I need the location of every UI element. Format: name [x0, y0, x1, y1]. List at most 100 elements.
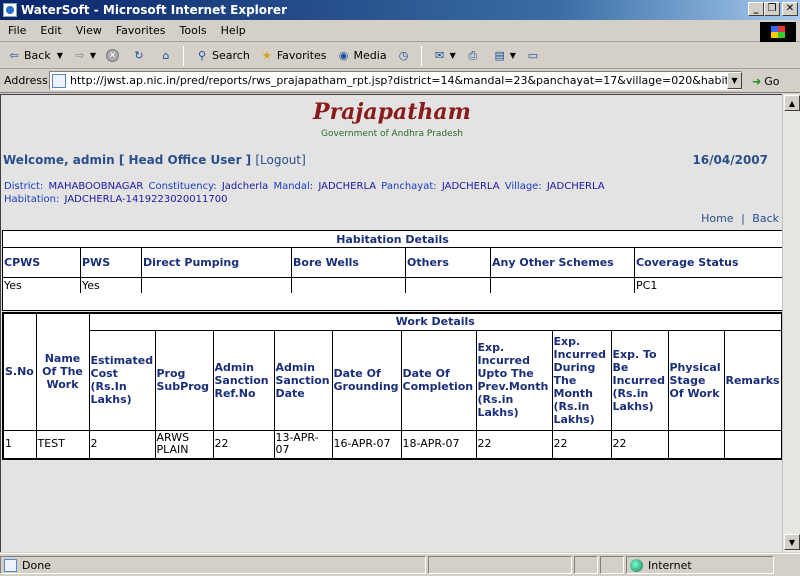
logout-link[interactable]: [Logout]	[255, 153, 305, 167]
stop-button[interactable]: ✕	[103, 47, 125, 64]
col-header: Direct Pumping	[141, 247, 292, 278]
browser-window: WaterSoft - Microsoft Internet Explorer …	[0, 0, 800, 576]
search-label: Search	[212, 49, 250, 62]
habitation-label: Habitation:	[4, 194, 60, 205]
go-button[interactable]: ➜ Go	[752, 72, 779, 90]
col-header: Others	[405, 247, 491, 278]
menu-view[interactable]: View	[70, 24, 108, 37]
constituency-value: Jadcherla	[221, 181, 269, 192]
menu-file[interactable]: File	[2, 24, 32, 37]
menu-edit[interactable]: Edit	[34, 24, 67, 37]
vertical-scrollbar[interactable]: ▲ ▼	[782, 94, 800, 552]
title-bar: WaterSoft - Microsoft Internet Explorer …	[0, 0, 800, 20]
edit-button[interactable]: ▤ ▼	[490, 47, 519, 65]
back-link[interactable]: Back	[752, 212, 779, 225]
edit-page-icon: ▤	[494, 49, 505, 62]
menu-tools[interactable]: Tools	[174, 24, 213, 37]
col-header: S.No	[2, 312, 37, 431]
col-header: Exp. Incurred During The Month (Rs.in La…	[551, 329, 612, 431]
status-zone-pane: Internet	[626, 556, 774, 574]
work-table-title: Work Details	[88, 312, 782, 331]
panchayat-value: JADCHERLA	[441, 181, 500, 192]
stop-icon: ✕	[106, 49, 120, 62]
links-separator: |	[741, 212, 745, 225]
discuss-button[interactable]: ▭	[523, 47, 546, 65]
print-button[interactable]: ⎙	[463, 47, 486, 65]
minimize-button[interactable]: _	[748, 2, 764, 16]
history-button[interactable]: ◷	[394, 47, 417, 65]
search-icon: ⚲	[198, 49, 207, 62]
mandal-value: JADCHERLA	[318, 181, 377, 192]
back-button[interactable]: ⇦ Back ▼	[4, 47, 66, 65]
table-cell: Yes	[2, 277, 81, 294]
edit-dropdown-icon[interactable]: ▼	[510, 51, 516, 60]
district-value: MAHABOOBNAGAR	[48, 181, 144, 192]
favorites-label: Favorites	[276, 49, 327, 62]
back-dropdown-icon[interactable]: ▼	[57, 51, 63, 60]
col-header: Estimated Cost (Rs.In Lakhs)	[88, 329, 156, 431]
col-header: PWS	[80, 247, 142, 278]
menu-bar: File Edit View Favorites Tools Help	[0, 20, 800, 42]
table-spacer	[2, 293, 782, 311]
table-cell: TEST	[35, 429, 90, 460]
habitation-value: JADCHERLA-1419223020011700	[64, 194, 228, 205]
status-text-pane: Done	[0, 556, 426, 574]
table-cell: 22	[475, 429, 553, 460]
table-cell: 22	[551, 429, 612, 460]
go-label: Go	[764, 74, 780, 88]
col-header: Prog SubProg	[154, 329, 214, 431]
media-button[interactable]: ◉ Media	[334, 47, 390, 65]
habitation-table-title: Habitation Details	[2, 230, 782, 248]
page-content: Prajapatham Government of Andhra Pradesh…	[0, 94, 782, 552]
nav-links: Home | Back	[697, 212, 779, 225]
home-link[interactable]: Home	[701, 212, 733, 225]
scroll-down-icon[interactable]: ▼	[784, 534, 800, 550]
mail-button[interactable]: ✉ ▼	[430, 47, 459, 65]
menu-favorites[interactable]: Favorites	[110, 24, 172, 37]
address-input[interactable]: http://jwst.ap.nic.in/pred/reports/rws_p…	[49, 71, 742, 90]
home-button[interactable]: ⌂	[156, 47, 179, 65]
mail-dropdown-icon[interactable]: ▼	[450, 51, 456, 60]
brand-subtitle: Government of Andhra Pradesh	[320, 129, 463, 139]
scroll-up-icon[interactable]: ▲	[784, 95, 800, 111]
current-date: 16/04/2007	[692, 153, 768, 167]
village-value: JADCHERLA	[546, 181, 605, 192]
address-label: Address	[4, 74, 48, 87]
refresh-button[interactable]: ↻	[129, 47, 152, 65]
window-title: WaterSoft - Microsoft Internet Explorer	[21, 3, 287, 17]
search-button[interactable]: ⚲ Search	[192, 47, 253, 65]
go-arrow-icon: ➜	[752, 74, 762, 88]
close-button[interactable]: ✕	[782, 2, 798, 16]
table-cell	[405, 277, 491, 294]
windows-logo-icon	[760, 22, 796, 42]
address-url[interactable]: http://jwst.ap.nic.in/pred/reports/rws_p…	[70, 74, 741, 87]
address-dropdown-icon[interactable]: ▼	[727, 72, 742, 89]
forward-button[interactable]: ⇨ ▼	[70, 47, 99, 65]
status-progress-pane	[428, 556, 572, 574]
forward-dropdown-icon[interactable]: ▼	[90, 51, 96, 60]
location-info: District: MAHABOOBNAGAR Constituency: Ja…	[4, 180, 774, 206]
panchayat-label: Panchayat:	[381, 181, 437, 192]
work-details-table: S.No Name Of The Work Work Details Estim…	[2, 312, 782, 460]
menu-help[interactable]: Help	[215, 24, 252, 37]
restore-button[interactable]: ❐	[764, 2, 780, 16]
toolbar: ⇦ Back ▼ ⇨ ▼ ✕ ↻ ⌂ ⚲ Search ★ Favorites …	[0, 43, 800, 69]
table-cell: 18-APR-07	[400, 429, 477, 460]
favorites-button[interactable]: ★ Favorites	[257, 47, 330, 65]
col-header: Admin Sanction Ref.No	[212, 329, 275, 431]
refresh-icon: ↻	[134, 49, 144, 62]
col-header: Any Other Schemes	[490, 247, 635, 278]
status-pane	[600, 556, 624, 574]
ie-icon	[3, 3, 17, 17]
table-cell: 22	[212, 429, 275, 460]
col-header: Physical Stage Of Work	[667, 329, 725, 431]
forward-arrow-icon: ⇨	[75, 49, 85, 62]
mail-icon: ✉	[434, 49, 445, 62]
page-icon	[52, 73, 66, 88]
address-bar: Address http://jwst.ap.nic.in/pred/repor…	[0, 69, 800, 93]
habitation-details-table: Habitation Details CPWS PWS Direct Pumpi…	[2, 230, 782, 294]
welcome-line: Welcome, admin [ Head Office User ] [Log…	[3, 153, 306, 167]
internet-globe-icon	[630, 558, 643, 572]
table-cell: 13-APR-07	[273, 429, 333, 460]
col-header: Exp. Incurred Upto The Prev.Month (Rs.in…	[475, 329, 553, 431]
